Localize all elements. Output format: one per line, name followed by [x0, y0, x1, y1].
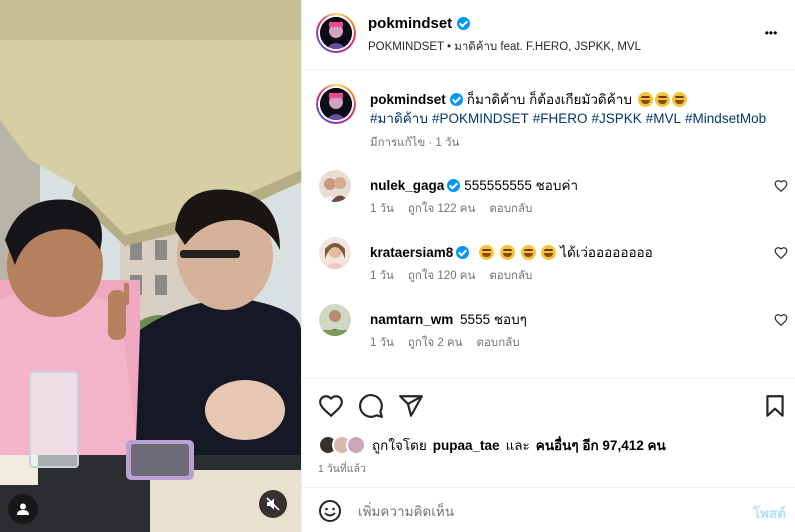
comment-body: nulek_gaga 555555555 ชอบค่า	[370, 174, 578, 196]
hashtag-link[interactable]: #MindsetMob	[685, 111, 766, 126]
grinning-squinting-face-icon	[499, 245, 515, 260]
comment-username[interactable]: krataersiam8	[370, 245, 453, 260]
post-caption: pokmindset ก็มาดิค้าบ ก็ต้องเกียมัวดิค้าบ…	[370, 90, 780, 128]
bookmark-icon[interactable]	[762, 393, 788, 419]
avatar-image	[319, 304, 351, 336]
comment-likes[interactable]: ถูกใจ 120 คน	[408, 267, 475, 285]
comment-meta: 1 วัน ถูกใจ 2 คน ตอบกลับ	[370, 334, 520, 352]
commenter-avatar[interactable]	[319, 237, 351, 269]
post-actions: ถูกใจโดย pupaa_tae และ คนอื่นๆ อีก 97,41…	[302, 378, 795, 532]
add-comment-bar: โพสต์	[302, 487, 795, 532]
rolling-on-floor-laughing-icon	[654, 92, 670, 107]
comment-meta: 1 วัน ถูกใจ 120 คน ตอบกลับ	[370, 267, 532, 285]
hashtag-link[interactable]: #FHERO	[533, 111, 588, 126]
reply-button[interactable]: ตอบกลับ	[477, 334, 520, 352]
caption-author-avatar[interactable]	[316, 84, 356, 124]
caption-username[interactable]: pokmindset	[370, 92, 446, 107]
verified-badge-icon	[449, 93, 463, 106]
comment-text: 555555555 ชอบค่า	[464, 178, 579, 193]
comment-text: 5555 ชอบๆ	[460, 312, 527, 327]
author-avatar[interactable]	[316, 13, 356, 53]
grinning-squinting-face-icon	[541, 245, 557, 260]
comment-icon[interactable]	[358, 393, 384, 419]
avatar-image	[319, 237, 351, 269]
comment-item: krataersiam8 ได้เว่ออออออออ 1 วัน ถูกใจ …	[316, 237, 788, 297]
verified-badge-icon	[456, 246, 470, 259]
verified-badge-icon	[447, 179, 461, 192]
user-tag-button[interactable]	[8, 494, 38, 524]
verified-badge-icon	[457, 17, 471, 30]
caption-hashtags: #มาดิค้าบ #POKMINDSET #FHERO #JSPKK #MVL #Min…	[370, 109, 780, 128]
rolling-on-floor-laughing-icon	[637, 92, 653, 107]
hashtag-link[interactable]: #JSPKK	[591, 111, 641, 126]
likers-avatars[interactable]	[318, 435, 366, 455]
avatar-image	[320, 88, 352, 120]
commenter-avatar[interactable]	[319, 304, 351, 336]
first-liker-username[interactable]: pupaa_tae	[433, 438, 500, 453]
comment-time: 1 วัน	[370, 270, 394, 282]
more-options-button[interactable]: •••	[758, 22, 784, 44]
hashtag-link[interactable]: #MVL	[646, 111, 681, 126]
muted-speaker-icon	[266, 497, 280, 511]
caption-body: ก็มาดิค้าบ ก็ต้องเกียมัวดิค้าบ	[466, 92, 632, 107]
comment-meta: 1 วัน ถูกใจ 122 คน ตอบกลับ	[370, 200, 532, 218]
comment-item: namtarn_wm 5555 ชอบๆ 1 วัน ถูกใจ 2 คน ตอ…	[316, 304, 788, 364]
comment-like-heart-icon[interactable]	[774, 179, 788, 193]
post-details-panel: pokmindset POKMINDSET • มาดิค้าบ feat. F…	[301, 0, 795, 532]
comment-username[interactable]: nulek_gaga	[370, 178, 444, 193]
user-tag-icon	[17, 503, 29, 515]
caption-meta: มีการแก้ไข · 1 วัน	[370, 137, 460, 149]
comment-body: krataersiam8 ได้เว่ออออออออ	[370, 241, 653, 263]
comment-text: ได้เว่ออออออออ	[560, 245, 653, 260]
mute-button[interactable]	[259, 490, 287, 518]
author-username-text[interactable]: pokmindset	[368, 15, 452, 32]
comment-likes[interactable]: ถูกใจ 122 คน	[408, 200, 475, 218]
comment-time: 1 วัน	[370, 337, 394, 349]
audio-attribution[interactable]: POKMINDSET • มาดิค้าบ feat. F.HERO, JSPK…	[368, 38, 641, 56]
avatar-image	[320, 17, 352, 49]
share-icon[interactable]	[398, 393, 424, 419]
comment-input[interactable]	[358, 498, 728, 524]
others-likes-count[interactable]: คนอื่นๆ อีก 97,412 คน	[536, 434, 666, 456]
comment-like-heart-icon[interactable]	[774, 246, 788, 260]
post-timestamp[interactable]: 1 วันที่แล้ว	[318, 460, 366, 477]
grinning-squinting-face-icon	[479, 245, 495, 260]
heart-icon[interactable]	[318, 393, 344, 419]
reply-button[interactable]: ตอบกลับ	[489, 267, 532, 285]
likes-middle: และ	[505, 438, 530, 453]
likes-summary: ถูกใจโดย pupaa_tae และ คนอื่นๆ อีก 97,41…	[318, 434, 666, 456]
liker-avatar	[346, 435, 366, 455]
hashtag-link[interactable]: #POKMINDSET	[432, 111, 529, 126]
post-video[interactable]	[0, 0, 301, 532]
post-comment-button[interactable]: โพสต์	[753, 502, 786, 524]
hashtag-link[interactable]: #มาดิค้าบ	[370, 111, 428, 126]
comment-likes[interactable]: ถูกใจ 2 คน	[408, 334, 463, 352]
author-username[interactable]: pokmindset	[368, 15, 471, 32]
likes-prefix: ถูกใจโดย	[372, 438, 427, 453]
smiley-icon[interactable]	[318, 499, 342, 523]
video-frame	[0, 0, 301, 532]
rolling-on-floor-laughing-icon	[671, 92, 687, 107]
comment-username[interactable]: namtarn_wm	[370, 312, 453, 327]
comment-time: 1 วัน	[370, 203, 394, 215]
comment-like-heart-icon[interactable]	[774, 313, 788, 327]
more-options-icon: •••	[764, 26, 778, 40]
instagram-post-view: pokmindset POKMINDSET • มาดิค้าบ feat. F…	[0, 0, 795, 532]
comment-item: nulek_gaga 555555555 ชอบค่า 1 วัน ถูกใจ 1…	[316, 170, 788, 230]
commenter-avatar[interactable]	[319, 170, 351, 202]
comment-body: namtarn_wm 5555 ชอบๆ	[370, 308, 527, 330]
reply-button[interactable]: ตอบกลับ	[489, 200, 532, 218]
grinning-squinting-face-icon	[520, 245, 536, 260]
post-header: pokmindset POKMINDSET • มาดิค้าบ feat. F…	[302, 0, 795, 70]
avatar-image	[319, 170, 351, 202]
